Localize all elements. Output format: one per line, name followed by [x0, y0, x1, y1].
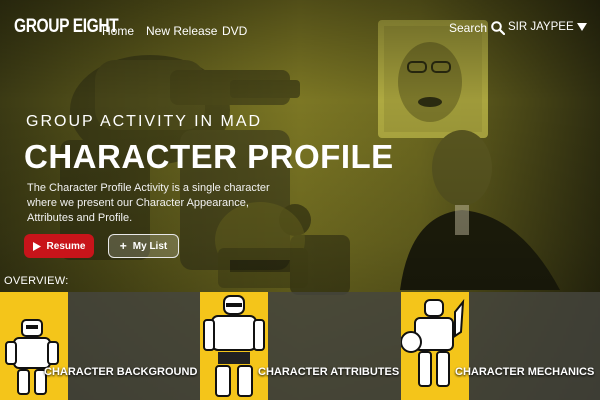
my-list-label: My List [132, 240, 168, 252]
card-backdrop [469, 292, 600, 400]
caret-down-icon [576, 23, 587, 31]
card-label: CHARACTER BACKGROUND [44, 366, 198, 378]
hero-eyebrow: GROUP ACTIVITY IN MAD [26, 113, 263, 130]
card-character-background[interactable]: CHARACTER BACKGROUND [0, 292, 200, 400]
resume-button[interactable]: Resume [24, 234, 94, 258]
card-thumbnail [200, 292, 268, 400]
resume-label: Resume [46, 240, 86, 252]
search-icon [491, 21, 506, 35]
robocop-cartoon-icon [203, 295, 265, 397]
armored-robot-cartoon-icon [401, 298, 465, 387]
card-thumbnail [0, 292, 68, 400]
overview-heading: OVERVIEW: [4, 275, 69, 287]
card-label: CHARACTER MECHANICS [455, 366, 595, 378]
play-icon [32, 241, 41, 251]
card-label: CHARACTER ATTRIBUTES [258, 366, 400, 378]
card-character-attributes[interactable]: CHARACTER ATTRIBUTES [200, 292, 401, 400]
robot-cartoon-icon [5, 319, 59, 395]
card-backdrop [68, 292, 200, 400]
hero-description: The Character Profile Activity is a sing… [27, 182, 270, 224]
nav-home[interactable]: Home [102, 24, 134, 38]
search-label: Search [449, 21, 488, 35]
card-thumbnail [401, 292, 469, 400]
user-menu[interactable]: SIR JAYPEE [508, 21, 587, 33]
nav-new-release[interactable]: New Release [146, 24, 217, 38]
my-list-button[interactable]: + My List [108, 234, 179, 258]
user-name: SIR JAYPEE [508, 21, 574, 33]
card-character-mechanics[interactable]: CHARACTER MECHANICS [401, 292, 600, 400]
plus-icon: + [119, 239, 127, 253]
card-backdrop [268, 292, 401, 400]
nav-dvd[interactable]: DVD [222, 24, 247, 38]
top-nav: GROUP EIGHT Home New Release DVD Search … [0, 0, 600, 56]
search-button[interactable]: Search [449, 21, 506, 35]
hero-title: CHARACTER PROFILE [24, 138, 394, 175]
